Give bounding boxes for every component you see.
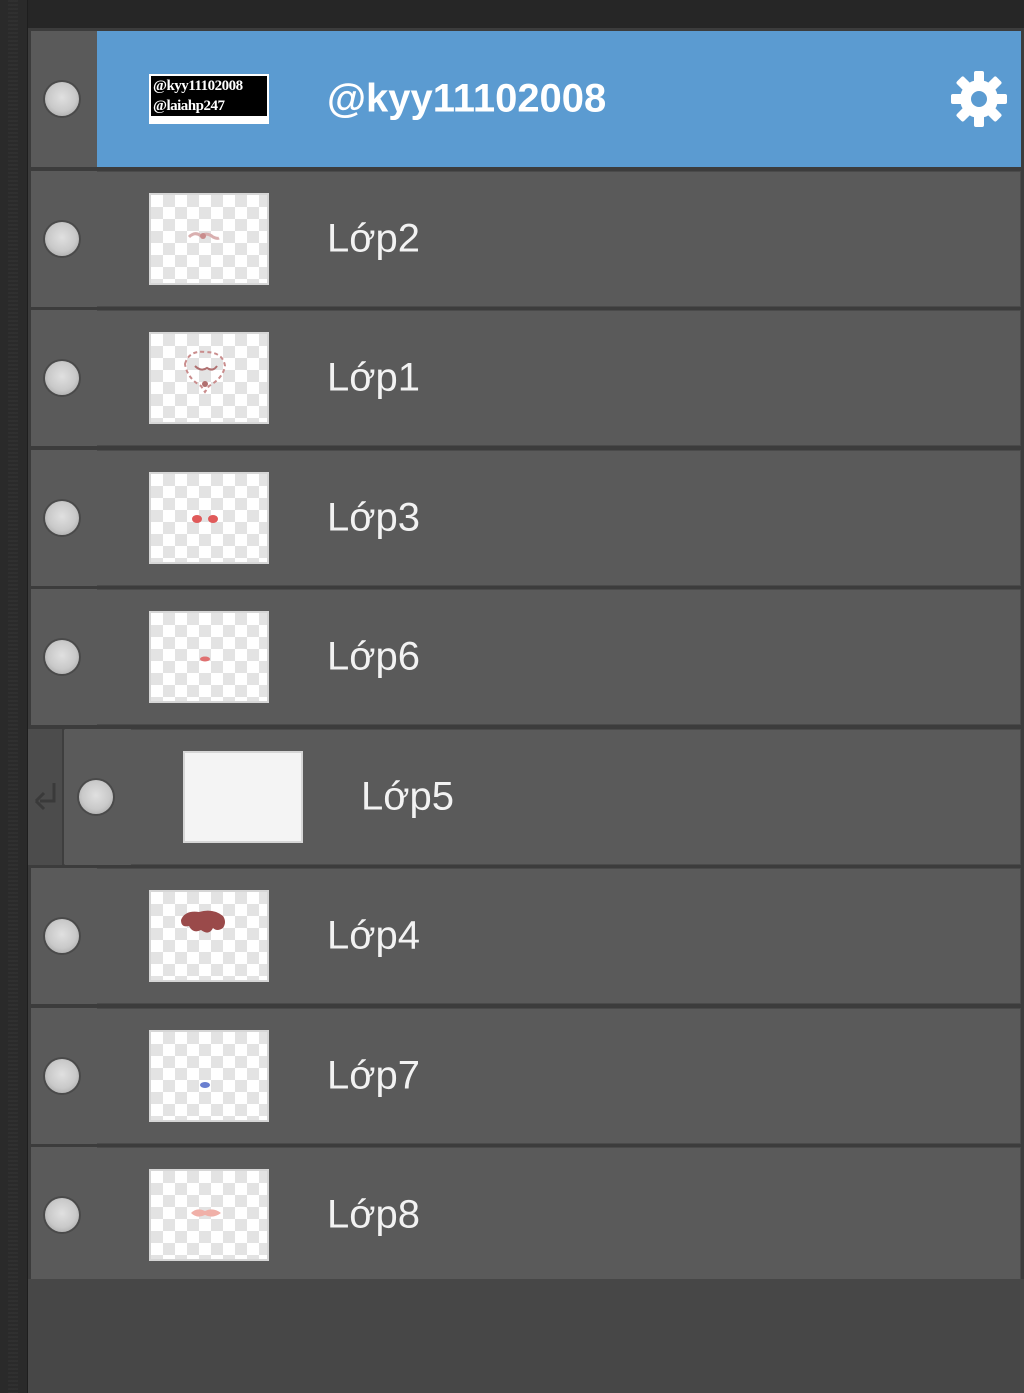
eye-dot-icon[interactable] [45, 919, 79, 953]
eye-dot-icon[interactable] [45, 640, 79, 674]
thumbnail-art [187, 231, 220, 240]
layer-row-lop3[interactable]: Lớp3 [31, 449, 1021, 586]
layer-thumbnail [149, 1029, 269, 1122]
clip-arrow-icon [34, 782, 56, 810]
panel-scrollbar[interactable] [0, 0, 28, 1393]
visibility-column [31, 31, 97, 167]
visibility-column [31, 1007, 97, 1144]
layer-row-lop7[interactable]: Lớp7 [31, 1007, 1021, 1144]
layer-row-kyy11102008[interactable]: @kyy11102008 @laiahp247 @kyy11102008 [31, 31, 1021, 167]
layer-thumbnail [149, 611, 269, 703]
visibility-column [31, 310, 97, 446]
thumbnail-text-line: @laiahp247 [151, 96, 267, 116]
visibility-column [31, 589, 97, 725]
layer-name: Lớp2 [327, 216, 420, 260]
layer-thumbnail [149, 332, 269, 424]
thumbnail-art [200, 1081, 210, 1088]
thumbnail-art [181, 910, 225, 933]
gear-icon[interactable] [947, 67, 1011, 131]
visibility-column [65, 728, 131, 865]
eye-dot-icon[interactable] [79, 779, 113, 814]
eye-dot-icon[interactable] [45, 82, 79, 116]
layer-row-lop6[interactable]: Lớp6 [31, 589, 1021, 725]
layer-name: Lớp1 [327, 355, 420, 400]
layer-name: @kyy11102008 [327, 76, 607, 121]
layer-thumbnail [149, 890, 269, 982]
eye-dot-icon[interactable] [45, 221, 79, 256]
clipping-indicator [28, 728, 64, 865]
thumbnail-art [183, 350, 227, 394]
layer-name: Lớp4 [327, 913, 420, 958]
visibility-column [31, 868, 97, 1004]
layer-row-lop4[interactable]: Lớp4 [31, 868, 1021, 1004]
layer-row-lop8[interactable]: Lớp8 [31, 1147, 1021, 1283]
layer-thumbnail [149, 192, 269, 285]
layer-row-lop5[interactable]: Lớp5 [28, 728, 1021, 865]
layer-thumbnail: @kyy11102008 @laiahp247 [149, 74, 269, 124]
visibility-column [31, 1147, 97, 1283]
layer-name: Lớp8 [327, 1192, 420, 1237]
thumbnail-art [200, 656, 210, 662]
thumbnail-text-line: @kyy11102008 [151, 76, 267, 96]
thumbnail-art [191, 1209, 221, 1217]
eye-dot-icon[interactable] [45, 1058, 79, 1093]
layer-name: Lớp5 [361, 774, 454, 818]
layer-thumbnail [149, 471, 269, 564]
layer-name: Lớp3 [327, 495, 420, 539]
visibility-column [31, 449, 97, 586]
layer-list-empty-space[interactable] [28, 1279, 1024, 1393]
eye-dot-icon[interactable] [45, 1198, 79, 1232]
layer-name: Lớp6 [327, 634, 420, 679]
layer-row-lop1[interactable]: Lớp1 [31, 310, 1021, 446]
panel-header-strip [0, 0, 1024, 28]
thumbnail-art [192, 514, 218, 523]
eye-dot-icon[interactable] [45, 361, 79, 395]
layer-thumbnail [149, 1169, 269, 1261]
layer-row-lop2[interactable]: Lớp2 [31, 170, 1021, 307]
layer-name: Lớp7 [327, 1053, 420, 1097]
visibility-column [31, 170, 97, 307]
layer-list: @kyy11102008 @laiahp247 @kyy11102008 Lớp… [28, 31, 1021, 1287]
eye-dot-icon[interactable] [45, 500, 79, 535]
layer-thumbnail [183, 750, 303, 843]
